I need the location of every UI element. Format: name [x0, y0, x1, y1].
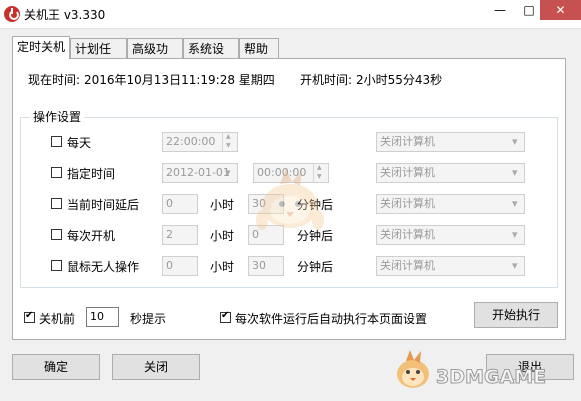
window-title: 关机王 v3.330 — [24, 8, 106, 22]
auto-run-label: 每次软件运行后自动执行本页面设置 — [235, 312, 428, 326]
power-icon — [4, 6, 20, 22]
current-time-label: 现在时间: — [28, 73, 81, 87]
watermark-logo-icon — [397, 350, 429, 388]
chevron-down-icon[interactable] — [508, 226, 524, 244]
idle-action-value: 关闭计算机 — [380, 259, 435, 272]
daily-action-select[interactable]: 关闭计算机 — [376, 132, 525, 152]
mascot-watermark-icon — [256, 168, 324, 230]
specific-date-input[interactable]: 2012-01-01 — [162, 163, 238, 183]
boot-hours-input[interactable]: 2 — [162, 225, 198, 245]
chevron-down-icon[interactable] — [221, 164, 237, 182]
specific-time-checkbox[interactable] — [51, 167, 62, 178]
close-button[interactable]: 关闭 — [112, 354, 200, 380]
idle-hours-input[interactable]: 0 — [162, 256, 198, 276]
daily-checkbox[interactable] — [51, 136, 62, 147]
idle-hours-unit: 小时 — [210, 260, 235, 274]
chevron-down-icon[interactable] — [508, 195, 524, 213]
prompt-before-checkbox[interactable] — [24, 310, 35, 323]
ok-button[interactable]: 确定 — [12, 354, 100, 380]
boot-hours-unit: 小时 — [210, 229, 235, 243]
spinner-icon[interactable] — [222, 133, 237, 151]
tab-system-settings[interactable]: 系统设置 — [183, 38, 239, 76]
delay-checkbox[interactable] — [51, 198, 62, 209]
daily-time-value: 22:00:00 — [166, 135, 216, 148]
specific-time-label: 指定时间 — [67, 167, 116, 181]
close-window-button[interactable]: ✕ — [540, 0, 581, 20]
daily-action-value: 关闭计算机 — [380, 135, 435, 148]
idle-label: 鼠标无人操作 — [67, 260, 140, 274]
start-button[interactable]: 开始执行 — [474, 302, 558, 328]
delay-hours-input[interactable]: 0 — [162, 194, 198, 214]
uptime-value: 2小时55分43秒 — [356, 73, 443, 87]
watermark-text: 3DMGAME — [435, 366, 547, 389]
specific-action-select[interactable]: 关闭计算机 — [376, 163, 525, 183]
boot-checkbox[interactable] — [51, 229, 62, 240]
idle-minutes-unit: 分钟后 — [297, 260, 334, 274]
idle-action-select[interactable]: 关闭计算机 — [376, 256, 525, 276]
tab-advanced[interactable]: 高级功能 — [127, 38, 183, 76]
boot-action-value: 关闭计算机 — [380, 228, 435, 241]
tab-scheduled-tasks[interactable]: 计划任务 — [70, 38, 127, 76]
auto-run-checkbox[interactable] — [220, 310, 231, 323]
prompt-before-label: 关机前 — [39, 312, 76, 326]
tab-timed-shutdown[interactable]: 定时关机 — [12, 36, 70, 59]
delay-label: 当前时间延后 — [67, 198, 140, 212]
idle-checkbox[interactable] — [51, 260, 62, 271]
daily-time-input[interactable]: 22:00:00 — [162, 132, 238, 152]
current-time-value: 2016年10月13日11:19:28 星期四 — [84, 73, 275, 87]
idle-minutes-input[interactable]: 30 — [248, 256, 284, 276]
tab-help[interactable]: 帮助 — [239, 38, 279, 58]
chevron-down-icon[interactable] — [508, 257, 524, 275]
uptime-label: 开机时间: — [300, 73, 353, 87]
maximize-button[interactable]: □ — [515, 0, 543, 20]
daily-label: 每天 — [67, 136, 92, 150]
chevron-down-icon[interactable] — [508, 133, 524, 151]
title-bar: 关机王 v3.330 — □ ✕ — [0, 0, 581, 29]
prompt-seconds-suffix: 秒提示 — [130, 312, 167, 326]
delay-action-value: 关闭计算机 — [380, 197, 435, 210]
specific-action-value: 关闭计算机 — [380, 166, 435, 179]
delay-hours-unit: 小时 — [210, 198, 235, 212]
operation-settings-label: 操作设置 — [30, 108, 85, 125]
prompt-seconds-input[interactable]: 10 — [86, 307, 119, 327]
boot-action-select[interactable]: 关闭计算机 — [376, 225, 525, 245]
delay-action-select[interactable]: 关闭计算机 — [376, 194, 525, 214]
chevron-down-icon[interactable] — [508, 164, 524, 182]
boot-label: 每次开机 — [67, 229, 116, 243]
minimize-button[interactable]: — — [486, 0, 514, 20]
